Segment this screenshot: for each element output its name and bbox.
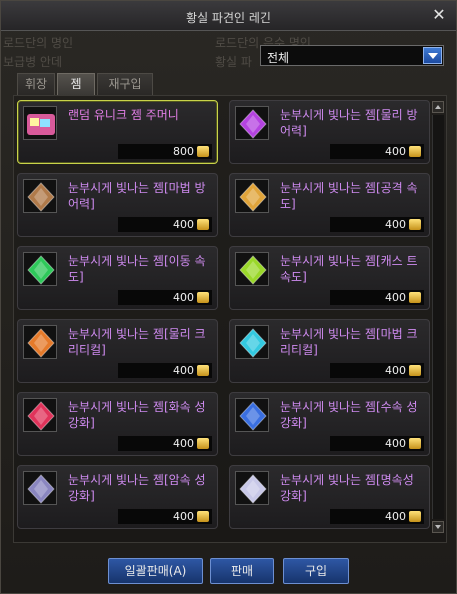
item-price: 400: [385, 364, 406, 377]
item-name: 눈부시게 빛나는 젬[명속성 강화]: [280, 473, 414, 503]
filter-dropdown[interactable]: 전체: [260, 45, 444, 66]
tab-rebuy[interactable]: 재구입: [97, 73, 153, 95]
gold-coin-icon: [197, 438, 209, 449]
red-gem-icon: [23, 398, 57, 432]
item-price: 400: [173, 364, 194, 377]
price-bar: 400: [330, 436, 424, 451]
item-name: 눈부시게 빛나는 젬[마법 방어력]: [68, 181, 206, 211]
gold-coin-icon: [409, 219, 421, 230]
price-bar: 400: [330, 217, 424, 232]
shop-item[interactable]: 눈부시게 빛나는 젬[화속 성강화] 400: [17, 392, 218, 456]
price-bar: 400: [118, 217, 212, 232]
green-gem-icon: [23, 252, 57, 286]
shop-item[interactable]: 눈부시게 빛나는 젬[마법 방어력] 400: [17, 173, 218, 237]
tab-gem[interactable]: 젬: [57, 73, 95, 95]
price-bar: 400: [118, 290, 212, 305]
shop-item[interactable]: 눈부시게 빛나는 젬[물리 방어력] 400: [229, 100, 430, 164]
shop-item[interactable]: 눈부시게 빛나는 젬[캐스 트속도] 400: [229, 246, 430, 310]
gold-coin-icon: [197, 219, 209, 230]
window-title: 황실 파견인 레긴: [186, 11, 271, 25]
item-name: 눈부시게 빛나는 젬[공격 속도]: [280, 181, 418, 211]
orange-gem-icon: [23, 325, 57, 359]
item-price: 400: [385, 510, 406, 523]
price-bar: 400: [330, 144, 424, 159]
gold-coin-icon: [197, 365, 209, 376]
background-text: 로드단의 명인: [3, 36, 74, 50]
price-bar: 400: [330, 509, 424, 524]
gold-gem-icon: [235, 179, 269, 213]
item-name: 눈부시게 빛나는 젬[마법 크리티컬]: [280, 327, 418, 357]
gold-coin-icon: [409, 146, 421, 157]
gem-pouch-icon: [23, 106, 57, 140]
gold-coin-icon: [197, 511, 209, 522]
shop-item[interactable]: 눈부시게 빛나는 젬[수속 성강화] 400: [229, 392, 430, 456]
item-name: 눈부시게 빛나는 젬[화속 성강화]: [68, 400, 206, 430]
item-price: 400: [385, 291, 406, 304]
white-gem-icon: [235, 471, 269, 505]
price-bar: 400: [330, 363, 424, 378]
gold-coin-icon: [409, 511, 421, 522]
shop-item[interactable]: 눈부시게 빛나는 젬[공격 속도] 400: [229, 173, 430, 237]
background-text: 보급병 안데: [3, 55, 63, 69]
shop-item[interactable]: 눈부시게 빛나는 젬[물리 크리티컬] 400: [17, 319, 218, 383]
purple-gem-icon: [235, 106, 269, 140]
lime-gem-icon: [235, 252, 269, 286]
dark-gem-icon: [23, 471, 57, 505]
item-name: 눈부시게 빛나는 젬[수속 성강화]: [280, 400, 418, 430]
item-price: 400: [173, 510, 194, 523]
item-name: 눈부시게 빛나는 젬[물리 크리티컬]: [68, 327, 206, 357]
item-name: 눈부시게 빛나는 젬[캐스 트속도]: [280, 254, 418, 284]
cyan-gem-icon: [235, 325, 269, 359]
item-price: 400: [173, 218, 194, 231]
item-price: 400: [173, 291, 194, 304]
item-price: 400: [173, 437, 194, 450]
item-name: 눈부시게 빛나는 젬[암속 성강화]: [68, 473, 206, 503]
bronze-gem-icon: [23, 179, 57, 213]
shop-item[interactable]: 눈부시게 빛나는 젬[암속 성강화] 400: [17, 465, 218, 529]
price-bar: 400: [118, 436, 212, 451]
item-name: 눈부시게 빛나는 젬[물리 방어력]: [280, 108, 418, 138]
background-text: 황실 파: [215, 55, 252, 69]
close-icon[interactable]: ✕: [430, 6, 448, 24]
scrollbar[interactable]: [432, 115, 444, 519]
shop-item[interactable]: 랜덤 유니크 젬 주머니 800: [17, 100, 218, 164]
scroll-up-icon[interactable]: [432, 101, 444, 113]
price-bar: 400: [118, 509, 212, 524]
item-name: 랜덤 유니크 젬 주머니: [68, 108, 179, 122]
shop-item[interactable]: 눈부시게 빛나는 젬[이동 속도] 400: [17, 246, 218, 310]
gold-coin-icon: [409, 438, 421, 449]
gold-coin-icon: [197, 292, 209, 303]
shop-item[interactable]: 눈부시게 빛나는 젬[명속성 강화] 400: [229, 465, 430, 529]
item-price: 400: [385, 437, 406, 450]
gold-coin-icon: [409, 292, 421, 303]
shop-window: 황실 파견인 레긴 ✕ 로드단의 명인 보급병 안데 로드단의 은수 명인 황실…: [0, 0, 457, 594]
scroll-down-icon[interactable]: [432, 521, 444, 533]
blue-gem-icon: [235, 398, 269, 432]
item-price: 800: [173, 145, 194, 158]
title-bar[interactable]: 황실 파견인 레긴 ✕: [1, 1, 456, 31]
bulk-sell-button[interactable]: 일괄판매(A): [108, 558, 203, 584]
price-bar: 400: [118, 363, 212, 378]
chevron-down-icon[interactable]: [423, 47, 442, 64]
buy-button[interactable]: 구입: [283, 558, 349, 584]
shop-item[interactable]: 눈부시게 빛나는 젬[마법 크리티컬] 400: [229, 319, 430, 383]
price-bar: 400: [330, 290, 424, 305]
sell-button[interactable]: 판매: [210, 558, 274, 584]
gold-coin-icon: [197, 146, 209, 157]
gold-coin-icon: [409, 365, 421, 376]
item-name: 눈부시게 빛나는 젬[이동 속도]: [68, 254, 206, 284]
item-price: 400: [385, 218, 406, 231]
filter-value: 전체: [267, 51, 290, 65]
price-bar: 800: [118, 144, 212, 159]
tab-emblem[interactable]: 휘장: [17, 73, 55, 95]
item-price: 400: [385, 145, 406, 158]
